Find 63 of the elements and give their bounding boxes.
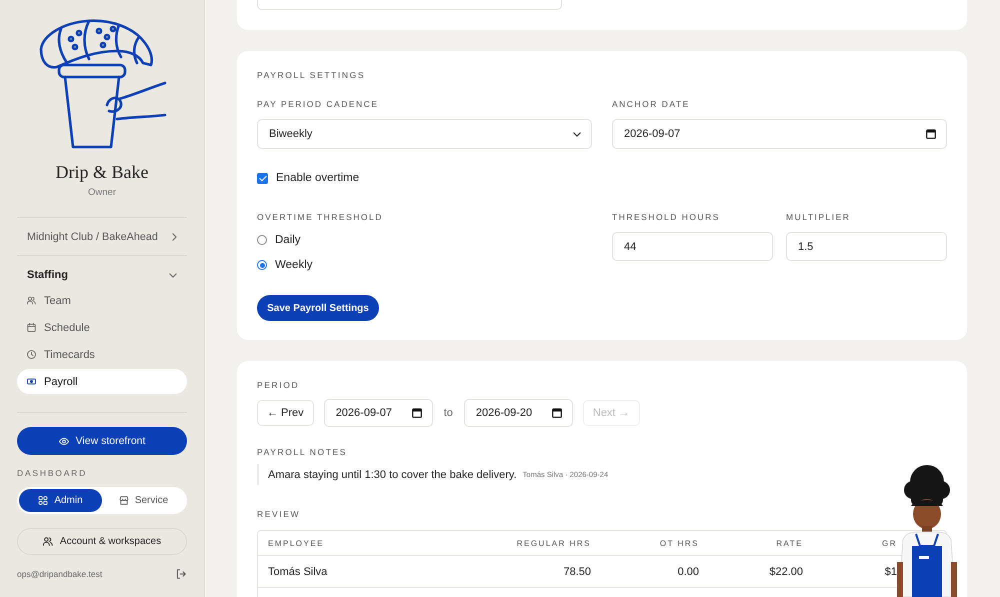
field-label: MULTIPLIER <box>786 211 852 223</box>
calendar-icon <box>926 129 936 139</box>
table-cell-text: 0.00 <box>676 566 700 578</box>
save-button[interactable]: Save Payroll Settings <box>257 295 379 321</box>
field-label: THRESHOLD HOURS <box>612 211 721 223</box>
radio-label: Daily <box>275 234 301 246</box>
logout-icon[interactable] <box>176 569 186 579</box>
view-storefront-button[interactable]: View storefront <box>17 427 187 455</box>
nav-item[interactable]: Timecards <box>17 342 187 367</box>
column-header: EMPLOYEE <box>267 538 326 548</box>
radio-button[interactable] <box>257 235 267 245</box>
radio-button[interactable] <box>257 260 267 270</box>
checkbox[interactable] <box>257 172 268 184</box>
column-header: RATE <box>775 538 804 548</box>
workspace-switcher[interactable]: Midnight Club / BakeAhead <box>17 218 187 255</box>
section-label: PAYROLL NOTES <box>257 446 348 458</box>
separator-text: to <box>444 407 453 419</box>
toggle-option[interactable]: Service <box>102 489 185 512</box>
brand-name: Drip & Bake <box>56 161 148 183</box>
prev-button[interactable]: ← Prev <box>257 400 314 426</box>
nav-item[interactable]: Payroll <box>17 369 187 394</box>
date-field[interactable]: 2026-09-20 <box>464 399 573 427</box>
select-field[interactable]: Biweekly <box>257 119 592 149</box>
section-label: REVIEW <box>257 508 302 520</box>
shop-icon <box>118 496 129 505</box>
section-label: DASHBOARD <box>17 467 88 479</box>
email-text: ops@dripandbake.test <box>17 569 102 579</box>
nav-item[interactable]: Team <box>17 288 187 313</box>
input-field[interactable]: 44 <box>612 232 773 261</box>
calendar-icon <box>552 408 562 418</box>
table-cell-text: 78.50 <box>562 566 592 578</box>
input-field[interactable]: 1.5 <box>786 232 947 261</box>
calendar-icon <box>27 323 36 332</box>
section-header[interactable]: Staffing <box>17 266 187 284</box>
column-header: OT HRS <box>658 538 700 548</box>
checkbox-label: Enable overtime <box>276 172 360 184</box>
calendar-icon <box>412 408 422 418</box>
toggle-option[interactable]: Admin <box>19 489 102 512</box>
column-header: GR <box>881 538 898 548</box>
section-label: PERIOD <box>257 379 300 391</box>
grid-icon <box>38 496 48 505</box>
chevron-right-icon <box>172 232 177 240</box>
account-button[interactable]: Account & workspaces <box>17 528 187 555</box>
caret-icon <box>573 132 581 136</box>
table-cell-text: $22.00 <box>768 566 804 578</box>
eye-icon <box>58 436 69 446</box>
table-cell-text: Tomás Silva <box>267 566 328 578</box>
radio-label: Weekly <box>275 259 312 271</box>
field-label: PAY PERIOD CADENCE <box>257 98 380 110</box>
card-title: PAYROLL SETTINGS <box>257 69 366 81</box>
date-field[interactable]: 2026-09-07 <box>612 119 947 149</box>
table-cell-text: $1 <box>884 566 898 578</box>
column-header: REGULAR HRS <box>516 538 592 548</box>
field-label: OVERTIME THRESHOLD <box>257 211 384 223</box>
clock-icon <box>27 350 36 359</box>
people-icon <box>42 537 53 546</box>
banknote-icon <box>27 377 36 386</box>
note-text: Amara staying until 1:30 to cover the bake delivery. <box>268 468 517 480</box>
date-field[interactable]: 2026-09-07 <box>324 399 433 427</box>
people-icon <box>27 296 36 305</box>
field-label: ANCHOR DATE <box>612 98 691 110</box>
nav-item[interactable]: Schedule <box>17 315 187 340</box>
role-label: Owner <box>88 187 116 199</box>
